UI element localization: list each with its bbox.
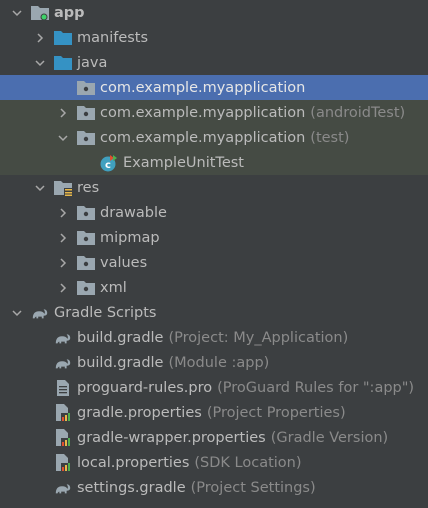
arrow-spacer (32, 455, 48, 471)
chevron-right-icon[interactable] (55, 230, 71, 246)
chevron-right-icon[interactable] (55, 255, 71, 271)
gradle-icon (54, 330, 72, 346)
source-folder-icon (54, 55, 72, 71)
gradle-icon (54, 480, 72, 496)
tree-item-label: drawable (100, 204, 167, 221)
tree-item[interactable]: c ExampleUnitTest (0, 150, 428, 175)
chevron-right-icon[interactable] (55, 105, 71, 121)
package-icon (77, 105, 95, 121)
gradle-icon (31, 305, 49, 321)
package-icon (77, 255, 95, 271)
tree-item[interactable]: mipmap (0, 225, 428, 250)
properties-file-icon (54, 429, 72, 446)
chevron-down-icon[interactable] (32, 55, 48, 71)
arrow-spacer (78, 155, 94, 171)
package-icon (77, 130, 95, 146)
chevron-down-icon[interactable] (9, 305, 25, 321)
tree-item-label: build.gradle (77, 329, 164, 346)
chevron-down-icon[interactable] (55, 130, 71, 146)
package-icon (77, 280, 95, 296)
project-tree: app manifests java com.example.myapplicatio… (0, 0, 428, 500)
tree-item-label: mipmap (100, 229, 160, 246)
tree-item[interactable]: gradle-wrapper.properties (Gradle Version… (0, 425, 428, 450)
text-file-icon (54, 379, 72, 396)
arrow-spacer (32, 380, 48, 396)
tree-item-label: ExampleUnitTest (123, 154, 244, 171)
arrow-spacer (55, 80, 71, 96)
tree-item-label: gradle-wrapper.properties (77, 429, 266, 446)
test-class-icon: c (100, 154, 118, 171)
chevron-down-icon[interactable] (9, 5, 25, 21)
resource-folder-icon (54, 180, 72, 196)
arrow-spacer (32, 405, 48, 421)
arrow-spacer (32, 330, 48, 346)
package-icon (77, 230, 95, 246)
tree-item[interactable]: com.example.myapplication (0, 75, 428, 100)
properties-file-icon (54, 454, 72, 471)
chevron-right-icon[interactable] (55, 205, 71, 221)
tree-item-hint: (test) (310, 129, 350, 146)
folder-icon (54, 30, 72, 46)
tree-item[interactable]: java (0, 50, 428, 75)
tree-item[interactable]: drawable (0, 200, 428, 225)
tree-item-label: build.gradle (77, 354, 164, 371)
arrow-spacer (32, 355, 48, 371)
tree-item[interactable]: Gradle Scripts (0, 300, 428, 325)
tree-item[interactable]: proguard-rules.pro (ProGuard Rules for ":… (0, 375, 428, 400)
package-icon (77, 80, 95, 96)
tree-item-label: com.example.myapplication (100, 104, 306, 121)
svg-text:c: c (105, 160, 111, 171)
tree-item-hint: (Project: My_Application) (168, 329, 349, 346)
tree-item-hint: (androidTest) (310, 104, 406, 121)
tree-item[interactable]: app (0, 0, 428, 25)
tree-item-label: com.example.myapplication (100, 129, 306, 146)
tree-item-label: settings.gradle (77, 479, 186, 496)
tree-item-hint: (SDK Location) (194, 454, 302, 471)
tree-item[interactable]: res (0, 175, 428, 200)
tree-item-hint: (Project Settings) (190, 479, 316, 496)
tree-item[interactable]: build.gradle (Module :app) (0, 350, 428, 375)
tree-item-label: com.example.myapplication (100, 79, 306, 96)
tree-item-hint: (Gradle Version) (270, 429, 389, 446)
tree-item[interactable]: gradle.properties (Project Properties) (0, 400, 428, 425)
tree-item-label: manifests (77, 29, 149, 46)
tree-item-hint: (ProGuard Rules for ":app") (217, 379, 415, 396)
tree-item-label: values (100, 254, 148, 271)
tree-item-hint: (Module :app) (168, 354, 270, 371)
tree-item[interactable]: settings.gradle (Project Settings) (0, 475, 428, 500)
tree-item-label: app (54, 4, 85, 21)
tree-item-label: gradle.properties (77, 404, 202, 421)
tree-item[interactable]: values (0, 250, 428, 275)
tree-item[interactable]: xml (0, 275, 428, 300)
tree-item[interactable]: com.example.myapplication (test) (0, 125, 428, 150)
chevron-right-icon[interactable] (32, 30, 48, 46)
tree-item[interactable]: local.properties (SDK Location) (0, 450, 428, 475)
tree-item-label: xml (100, 279, 127, 296)
arrow-spacer (32, 430, 48, 446)
tree-item-label: Gradle Scripts (54, 304, 157, 321)
tree-item-label: res (77, 179, 100, 196)
tree-item[interactable]: com.example.myapplication (androidTest) (0, 100, 428, 125)
properties-file-icon (54, 404, 72, 421)
tree-item-label: local.properties (77, 454, 190, 471)
chevron-right-icon[interactable] (55, 280, 71, 296)
tree-item-hint: (Project Properties) (206, 404, 346, 421)
chevron-down-icon[interactable] (32, 180, 48, 196)
gradle-icon (54, 355, 72, 371)
tree-item-label: java (77, 54, 108, 71)
tree-item[interactable]: manifests (0, 25, 428, 50)
arrow-spacer (32, 480, 48, 496)
tree-item-label: proguard-rules.pro (77, 379, 213, 396)
package-icon (77, 205, 95, 221)
tree-item[interactable]: build.gradle (Project: My_Application) (0, 325, 428, 350)
module-folder-icon (31, 5, 49, 21)
